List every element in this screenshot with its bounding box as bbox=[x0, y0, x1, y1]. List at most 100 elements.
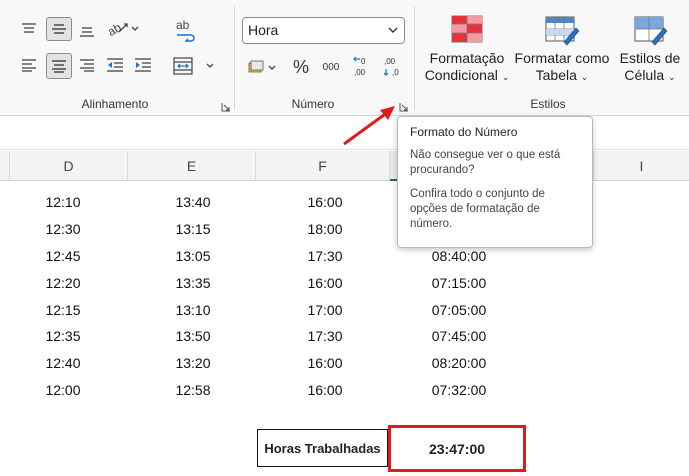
wrap-text-button[interactable]: ab bbox=[172, 17, 198, 43]
orientation-button[interactable]: ab bbox=[104, 16, 140, 40]
decrease-indent-button[interactable] bbox=[104, 54, 126, 76]
number-format-tooltip: Formato do Número Não consegue ver o que… bbox=[397, 116, 593, 248]
percent-style-button[interactable]: % bbox=[290, 55, 312, 79]
column-header-label: F bbox=[318, 157, 327, 174]
align-left-button[interactable] bbox=[18, 54, 40, 76]
accounting-format-button[interactable] bbox=[246, 56, 280, 78]
conditional-formatting-label-2: Condicional bbox=[424, 67, 498, 83]
column-header-e[interactable]: E bbox=[128, 151, 256, 181]
align-middle-button[interactable] bbox=[46, 17, 72, 41]
tooltip-title: Formato do Número bbox=[410, 125, 518, 139]
column-header-f[interactable]: F bbox=[256, 151, 390, 181]
align-center-button[interactable] bbox=[46, 53, 72, 79]
cell-e[interactable]: 13:40 bbox=[148, 194, 238, 210]
cell-f[interactable]: 16:00 bbox=[280, 275, 370, 291]
align-right-icon bbox=[80, 59, 94, 72]
svg-text:,00: ,00 bbox=[384, 57, 396, 66]
align-middle-icon bbox=[52, 24, 66, 34]
column-header-label: D bbox=[63, 157, 74, 174]
merge-center-icon bbox=[173, 57, 214, 75]
increase-indent-icon bbox=[135, 58, 151, 72]
cell-e[interactable]: 13:35 bbox=[148, 275, 238, 291]
conditional-formatting-button[interactable]: Formatação Condicional ⌄ bbox=[420, 14, 514, 86]
cell-d[interactable]: 12:35 bbox=[18, 328, 108, 344]
cell-f[interactable]: 18:00 bbox=[280, 221, 370, 237]
comma-style-label: 000 bbox=[322, 61, 340, 73]
tooltip-text-1: Não consegue ver o que está procurando? bbox=[410, 149, 561, 176]
column-header-label: I bbox=[639, 157, 644, 174]
align-left-icon bbox=[22, 59, 36, 72]
chevron-down-icon: ⌄ bbox=[580, 72, 589, 82]
cell-e[interactable]: 13:15 bbox=[148, 221, 238, 237]
cell-e[interactable]: 12:58 bbox=[148, 382, 238, 398]
comma-style-button[interactable]: 000 bbox=[318, 56, 344, 78]
cell-f[interactable]: 16:00 bbox=[280, 382, 370, 398]
cell-styles-button[interactable]: Estilos de Célula ⌄ bbox=[612, 14, 688, 86]
cell-g[interactable]: 07:15:00 bbox=[414, 275, 504, 291]
cell-d[interactable]: 12:00 bbox=[18, 382, 108, 398]
merge-center-button[interactable] bbox=[172, 54, 220, 78]
cell-d[interactable]: 12:15 bbox=[18, 302, 108, 318]
chevron-down-icon: ⌄ bbox=[668, 72, 676, 82]
cell-f[interactable]: 17:00 bbox=[280, 302, 370, 318]
text-orientation-icon: ab bbox=[105, 20, 139, 38]
number-format-launcher-icon[interactable] bbox=[399, 99, 409, 112]
svg-text:,00: ,00 bbox=[354, 68, 366, 77]
svg-text:ab: ab bbox=[176, 18, 190, 32]
conditional-formatting-label-2-wrap: Condicional ⌄ bbox=[420, 67, 514, 86]
cell-g[interactable]: 07:32:00 bbox=[414, 382, 504, 398]
column-header-c[interactable] bbox=[0, 151, 10, 181]
annotation-arrow-icon bbox=[343, 106, 395, 146]
total-hours-label[interactable]: Horas Trabalhadas bbox=[257, 429, 388, 467]
cell-e[interactable]: 13:50 bbox=[148, 328, 238, 344]
cell-g[interactable]: 08:20:00 bbox=[414, 355, 504, 371]
column-header-d[interactable]: D bbox=[10, 151, 128, 181]
cell-g[interactable]: 07:45:00 bbox=[414, 328, 504, 344]
format-as-table-icon bbox=[545, 16, 580, 46]
align-right-button[interactable] bbox=[76, 54, 98, 76]
cell-d[interactable]: 12:10 bbox=[18, 194, 108, 210]
total-hours-value[interactable]: 23:47:00 bbox=[388, 425, 526, 472]
cell-f[interactable]: 17:30 bbox=[280, 248, 370, 264]
tooltip-text-2: Confira todo o conjunto de opções de for… bbox=[410, 188, 545, 230]
cell-e[interactable]: 13:20 bbox=[148, 355, 238, 371]
align-top-icon bbox=[22, 23, 36, 33]
increase-indent-button[interactable] bbox=[132, 54, 154, 76]
svg-text:ab: ab bbox=[105, 20, 124, 38]
cell-d[interactable]: 12:20 bbox=[18, 275, 108, 291]
decrease-decimal-button[interactable]: ,00,0 bbox=[380, 54, 404, 80]
increase-decimal-button[interactable]: 0,00 bbox=[350, 54, 374, 80]
cell-f[interactable]: 16:00 bbox=[280, 194, 370, 210]
cell-e[interactable]: 13:05 bbox=[148, 248, 238, 264]
format-as-table-label-2-wrap: Tabela ⌄ bbox=[512, 67, 612, 86]
svg-text:0: 0 bbox=[361, 57, 366, 66]
alignment-group-label: Alinhamento bbox=[81, 97, 149, 111]
align-top-button[interactable] bbox=[18, 18, 40, 40]
format-as-table-button[interactable]: Formatar como Tabela ⌄ bbox=[512, 14, 612, 86]
group-separator bbox=[414, 6, 415, 110]
alignment-launcher-icon[interactable] bbox=[221, 99, 231, 112]
format-as-table-label-1: Formatar como bbox=[514, 50, 610, 66]
number-format-value: Hora bbox=[248, 22, 279, 38]
cell-styles-label-2: Célula bbox=[624, 67, 665, 83]
decrease-indent-icon bbox=[107, 58, 123, 72]
cell-f[interactable]: 17:30 bbox=[280, 328, 370, 344]
align-center-icon bbox=[52, 60, 66, 73]
cell-g[interactable]: 08:40:00 bbox=[414, 248, 504, 264]
increase-decimal-icon: 0,00 bbox=[353, 56, 366, 77]
column-header-i[interactable]: I bbox=[594, 151, 689, 181]
cell-f[interactable]: 16:00 bbox=[280, 355, 370, 371]
cell-e[interactable]: 13:10 bbox=[148, 302, 238, 318]
cell-styles-icon bbox=[634, 16, 668, 46]
ribbon: ab ab Alinhamento Hora % 000 0,00 ,00 ,0… bbox=[0, 0, 689, 116]
align-bottom-icon bbox=[80, 27, 94, 37]
cell-d[interactable]: 12:40 bbox=[18, 355, 108, 371]
number-format-combo[interactable]: Hora bbox=[242, 17, 405, 44]
svg-text:,0: ,0 bbox=[392, 68, 399, 77]
cell-d[interactable]: 12:30 bbox=[18, 221, 108, 237]
cell-d[interactable]: 12:45 bbox=[18, 248, 108, 264]
cell-g[interactable]: 07:05:00 bbox=[414, 302, 504, 318]
accounting-icon bbox=[248, 60, 276, 73]
align-bottom-button[interactable] bbox=[76, 20, 98, 42]
decrease-decimal-icon: ,00,0 bbox=[383, 57, 399, 77]
